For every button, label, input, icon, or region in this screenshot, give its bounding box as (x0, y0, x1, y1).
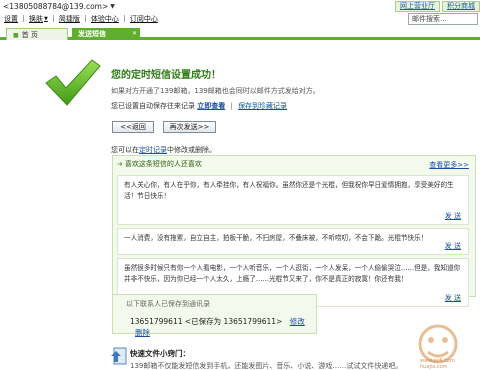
home-icon: ■ (13, 32, 19, 39)
contacts-box: 以下联系人已保存到通讯录 13651799611 <已保存为 136517996… (112, 294, 317, 337)
delete-contact-link[interactable]: 删除 (135, 328, 150, 337)
back-button[interactable]: <<返回 (112, 121, 154, 133)
link-divider: | (230, 102, 233, 110)
arrow-right-icon: ➜ (117, 160, 123, 168)
tab-send-label: 发送短信 (78, 30, 106, 38)
success-check-icon (45, 59, 101, 106)
online-hall-link[interactable]: 网上营业厅 (395, 1, 440, 12)
mail-search-input[interactable]: 邮件搜索... (408, 13, 478, 25)
menu-divider (52, 15, 54, 22)
menu-divider (84, 15, 86, 22)
send-suggestion-button[interactable]: 发 送 (445, 211, 461, 222)
edit-contact-link[interactable]: 修改 (290, 317, 305, 326)
top-bar: <13805088784@139.com> ▼ 网上营业厅 积分商城 (0, 0, 480, 13)
send-suggestion-button[interactable]: 发 送 (445, 293, 461, 304)
suggestions-title: ➜ 喜欢这条短信的人还喜欢 (117, 159, 202, 169)
chevron-down-icon[interactable]: ▼ (110, 3, 115, 10)
record-hint-prefix: 您可以在 (111, 146, 139, 154)
tab-send-sms[interactable]: 发送短信 ✕ (72, 28, 140, 40)
tip-title: 快速文件小窍门： (130, 349, 190, 358)
upload-file-icon (111, 347, 127, 365)
menu-experience[interactable]: 体验中心 (91, 14, 119, 24)
menu-simple[interactable]: 简捷版 (59, 14, 80, 24)
tab-home[interactable]: ■ 首 页 (6, 28, 68, 40)
view-more-link[interactable]: 查看更多>> (429, 160, 469, 170)
menu-settings[interactable]: 设置 (4, 14, 18, 24)
close-icon[interactable]: ✕ (132, 28, 137, 40)
menu-subscribe[interactable]: 订阅中心 (130, 14, 158, 24)
saved-record-text: 您已设置自动保存往来记录 (111, 102, 195, 110)
menu-divider (123, 15, 125, 22)
suggestion-text: 虽然很多时候只有你一个人看电影，一个人听音乐，一个人逛街，一个人发呆，一个人偷偷… (124, 264, 461, 283)
suggestions-title-text: 喜欢这条短信的人还喜欢 (124, 160, 202, 168)
menu-divider (23, 15, 24, 22)
suggestion-text: 有人关心你，有人在乎你，有人牵挂你，有人祝福你。虽然你还是个光棍，但我祝你早日爱… (124, 181, 454, 200)
suggestions-header: ➜ 喜欢这条短信的人还喜欢 查看更多>> (113, 156, 475, 169)
contacts-hint: 以下联系人已保存到通讯录 (126, 300, 210, 308)
send-suggestion-button[interactable]: 发 送 (445, 241, 461, 252)
tab-bar: ■ 首 页 发送短信 ✕ (0, 26, 480, 40)
contact-row: 13651799611 <已保存为 13651799611> 修改 删除 (130, 316, 316, 338)
contact-saved-as: <已保存为 13651799611> (184, 317, 283, 326)
menu-skin[interactable]: 换肤 ▼ (29, 14, 48, 24)
saved-record-line: 您已设置自动保存往来记录 立即查看 | 保存到珍藏记录 (111, 101, 287, 111)
success-title: 您的定时短信设置成功！ (111, 70, 221, 81)
tab-home-label: 首 页 (21, 31, 38, 39)
record-hint-suffix: 中修改或删除。 (167, 146, 216, 154)
save-to-collection-link[interactable]: 保存到珍藏记录 (238, 102, 287, 110)
send-again-button[interactable]: 再次发送>> (163, 121, 216, 133)
tip-text: 139邮箱不仅能发短信发到手机，还能发图片、音乐、小说、游戏……试试文件快递吧。 (130, 362, 403, 370)
suggestion-text: 一人消费，没有拖累，自立自主，拍板干脆，不扫房屋，不叠床被，不听唠叨，不会下跪。… (124, 234, 428, 242)
menu-skin-label: 换肤 (29, 14, 43, 23)
timed-record-link[interactable]: 定时记录 (139, 146, 167, 154)
top-right-links: 网上营业厅 积分商城 (393, 1, 480, 12)
view-now-link[interactable]: 立即查看 (197, 102, 225, 110)
suggestion-item: 一人消费，没有拖累，自立自主，拍板干脆，不扫房屋，不叠床被，不听唠叨，不会下跪。… (117, 228, 469, 255)
caret-down-icon: ▼ (44, 15, 48, 22)
account-email[interactable]: <13805088784@139.com> (3, 2, 108, 11)
success-info: 如果对方开通了139邮箱，139邮箱也会同时以邮件方式发给对方。 (111, 87, 320, 95)
record-hint: 您可以在定时记录中修改或删除。 (111, 145, 216, 155)
watermark-text: www.pc6.com huajia.com (420, 358, 455, 370)
suggestion-item: 有人关心你，有人在乎你，有人牵挂你，有人祝福你。虽然你还是个光棍，但我祝你早日爱… (117, 175, 469, 225)
contact-number: 13651799611 (130, 317, 183, 326)
suggestions-panel: ➜ 喜欢这条短信的人还喜欢 查看更多>> 有人关心你，有人在乎你，有人牵挂你，有人… (112, 155, 476, 307)
points-mall-link[interactable]: 积分商城 (442, 1, 480, 12)
